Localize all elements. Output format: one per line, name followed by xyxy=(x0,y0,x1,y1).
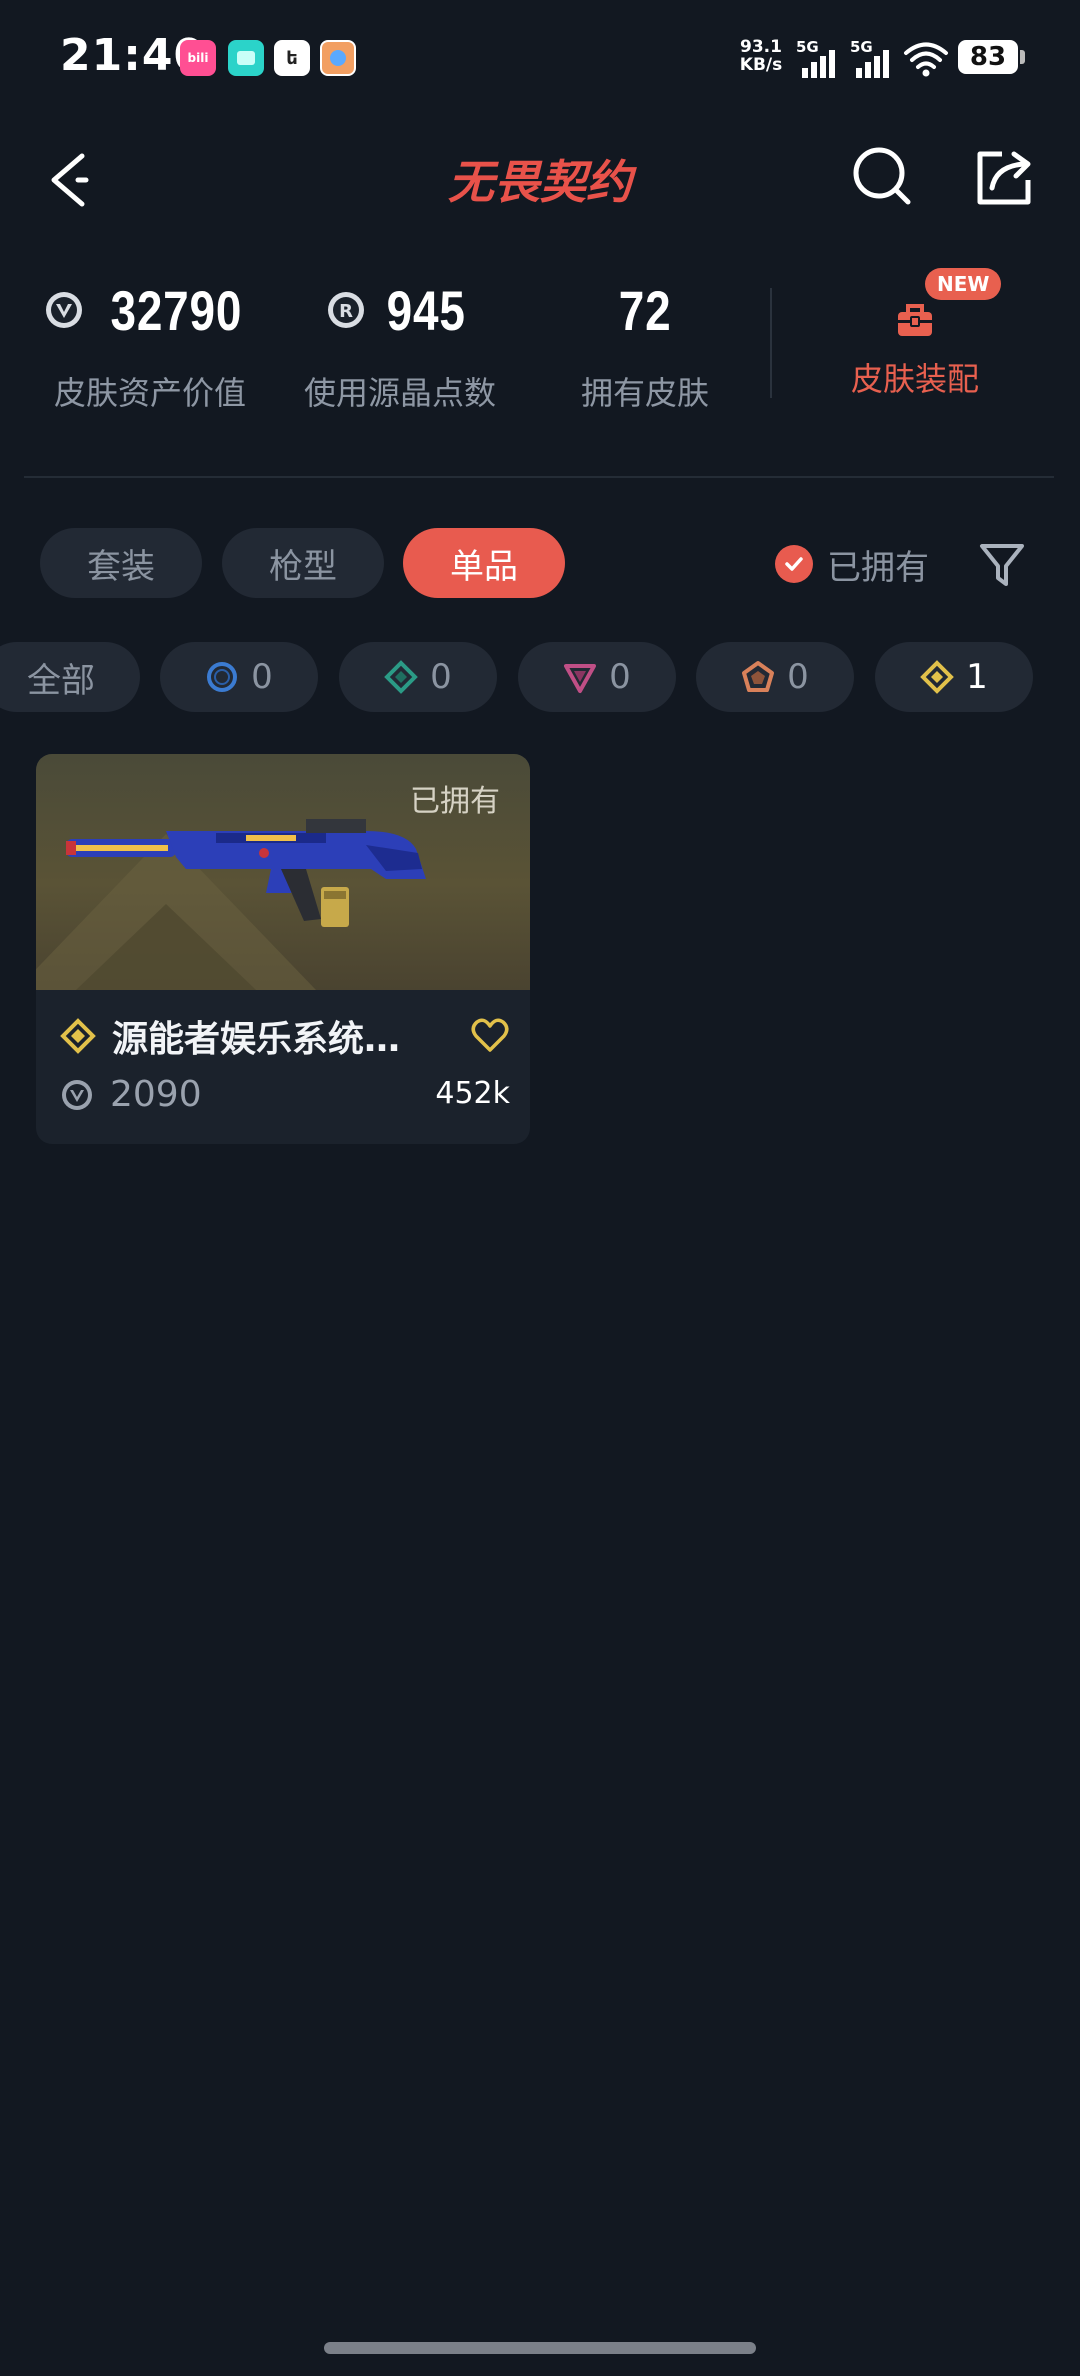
sync-app-icon: ե xyxy=(274,40,310,76)
skins-owned-label: 拥有皮肤 xyxy=(580,374,709,412)
search-button[interactable] xyxy=(850,144,916,210)
premium-tier-icon xyxy=(564,664,597,693)
ultra-tier-icon xyxy=(60,1018,96,1054)
header: 无畏契约 xyxy=(0,130,1080,230)
chip-select-tier[interactable]: 0 xyxy=(160,642,318,712)
category-tabs: 套装 枪型 单品 已拥有 xyxy=(0,528,1080,600)
search-icon xyxy=(853,147,911,205)
skin-item-image: 已拥有 xyxy=(36,754,530,990)
crystals-used: 945 xyxy=(386,278,466,342)
chip-count: 0 xyxy=(251,657,273,697)
skin-price-row: 2090 xyxy=(60,1074,202,1115)
svg-text:R: R xyxy=(339,301,353,322)
signal-icon: 5G xyxy=(796,38,842,78)
radianite-points-icon: R xyxy=(327,292,364,328)
filter-button[interactable] xyxy=(976,538,1028,590)
stat-asset-value: 32790 皮肤资产价值 xyxy=(40,270,260,414)
bilibili-icon: bili xyxy=(180,40,216,76)
chip-exclusive-tier[interactable]: 0 xyxy=(696,642,854,712)
chip-deluxe-tier[interactable]: 0 xyxy=(339,642,497,712)
deluxe-tier-icon xyxy=(384,660,419,694)
share-icon xyxy=(977,151,1031,205)
status-bar: 21:40 bili ե 93.1 KB/s 5G 5G 83 xyxy=(0,0,1080,120)
skin-outfit-label: 皮肤装配 xyxy=(850,360,979,398)
owned-filter-toggle[interactable]: 已拥有 xyxy=(775,538,929,590)
section-divider xyxy=(24,476,1054,478)
logo-text: 无畏契约 xyxy=(448,155,637,208)
skin-name: 源能者娱乐系统… xyxy=(112,1019,401,1060)
tab-single-items[interactable]: 单品 xyxy=(403,528,565,598)
skin-price: 2090 xyxy=(110,1074,202,1115)
app-logo: 无畏契约 xyxy=(448,155,637,208)
exclusive-tier-icon xyxy=(742,661,775,692)
app-icon xyxy=(228,40,264,76)
chip-count: 0 xyxy=(787,657,809,697)
stats-panel: 32790 皮肤资产价值 R 945 使用源晶点数 72 拥有皮肤 NEW 皮肤… xyxy=(0,268,1080,420)
rarity-filter-chips: 全部 0 0 0 0 1 xyxy=(0,642,1080,712)
toolbox-icon xyxy=(898,304,932,336)
stat-skins-owned: 72 拥有皮肤 xyxy=(540,270,750,414)
chip-all[interactable]: 全部 xyxy=(0,642,140,712)
select-tier-icon xyxy=(207,662,238,692)
skin-item-card[interactable]: 已拥有 源能者娱乐系统… 2090 452k xyxy=(36,754,530,1144)
avatar-app-icon xyxy=(320,40,356,76)
valorant-points-icon xyxy=(45,292,82,328)
skin-title-row: 源能者娱乐系统… xyxy=(60,1012,510,1060)
owned-filter-label: 已拥有 xyxy=(827,547,929,588)
signal-icon: 5G xyxy=(850,38,896,78)
check-icon[interactable] xyxy=(775,545,813,583)
network-speed: 93.1 KB/s xyxy=(737,38,785,74)
filter-icon xyxy=(980,544,1024,586)
favorite-heart-icon[interactable] xyxy=(470,1016,510,1056)
chip-count: 0 xyxy=(430,657,452,697)
back-arrow-icon xyxy=(51,153,89,207)
asset-value: 32790 xyxy=(110,278,242,342)
stat-crystals-used: R 945 使用源晶点数 xyxy=(290,270,510,414)
home-indicator[interactable] xyxy=(324,2342,756,2354)
skins-owned: 72 xyxy=(618,278,672,342)
tab-sets[interactable]: 套装 xyxy=(40,528,202,598)
network-speed-value: 93.1 xyxy=(740,37,782,57)
chip-count: 0 xyxy=(609,657,631,697)
like-count: 452k xyxy=(435,1076,510,1111)
valorant-points-icon xyxy=(62,1079,92,1110)
battery-indicator: 83 xyxy=(958,40,1025,74)
asset-value-label: 皮肤资产价值 xyxy=(53,374,246,412)
new-badge: NEW xyxy=(925,268,1002,300)
ultra-tier-icon xyxy=(920,660,955,694)
stats-divider xyxy=(770,288,772,398)
chip-all-label: 全部 xyxy=(27,660,95,701)
chip-premium-tier[interactable]: 0 xyxy=(518,642,676,712)
network-speed-unit: KB/s xyxy=(739,55,783,75)
back-button[interactable] xyxy=(40,140,100,220)
skin-outfit-button[interactable]: NEW 皮肤装配 xyxy=(810,268,1020,400)
crystals-used-label: 使用源晶点数 xyxy=(303,374,496,412)
wifi-icon xyxy=(904,42,948,77)
owned-tag: 已拥有 xyxy=(410,784,500,819)
share-button[interactable] xyxy=(972,146,1036,210)
chip-count: 1 xyxy=(966,657,988,697)
tab-weapon-types[interactable]: 枪型 xyxy=(222,528,384,598)
chip-ultra-tier[interactable]: 1 xyxy=(875,642,1033,712)
